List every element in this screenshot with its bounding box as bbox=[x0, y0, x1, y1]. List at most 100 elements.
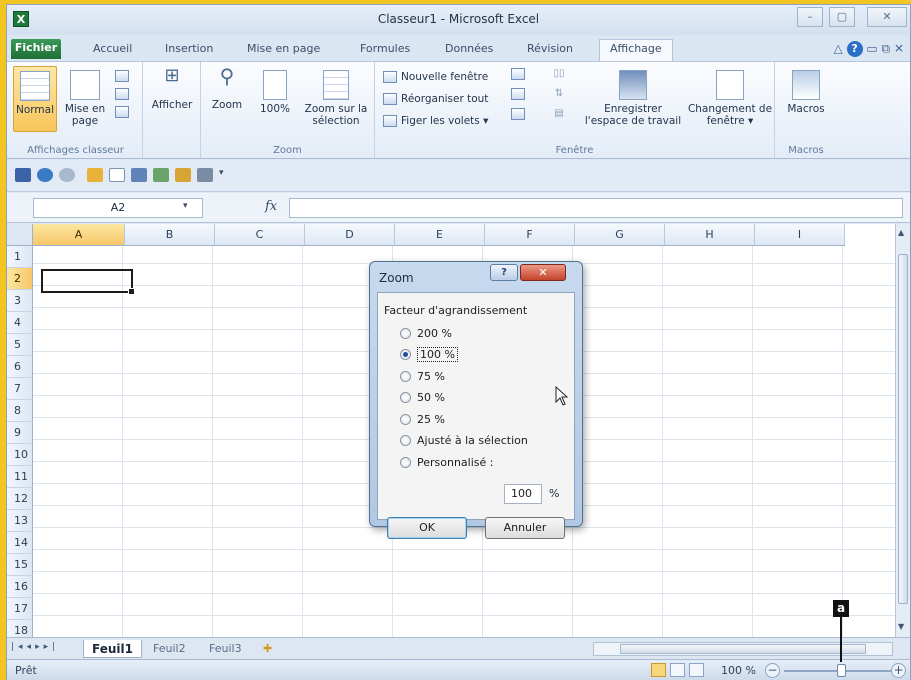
redo-icon[interactable] bbox=[59, 168, 75, 182]
row-header-10[interactable]: 10 bbox=[7, 444, 33, 466]
vertical-scroll-thumb[interactable] bbox=[898, 254, 908, 604]
scroll-down-icon[interactable]: ▼ bbox=[898, 622, 904, 631]
row-header-11[interactable]: 11 bbox=[7, 466, 33, 488]
save-workspace-button[interactable]: Enregistrer l'espace de travail bbox=[581, 66, 685, 132]
sheet-tab-feuil2[interactable]: Feuil2 bbox=[145, 640, 194, 658]
column-header-g[interactable]: G bbox=[575, 224, 665, 246]
row-header-5[interactable]: 5 bbox=[7, 334, 33, 356]
zoom-button[interactable]: ⚲ Zoom bbox=[205, 66, 249, 132]
custom-zoom-input[interactable]: 100 bbox=[504, 484, 542, 504]
insert-sheet-icon[interactable]: ✚ bbox=[255, 640, 280, 658]
new-window-button[interactable]: Nouvelle fenêtre bbox=[383, 68, 488, 86]
sheet-tab-feuil3[interactable]: Feuil3 bbox=[201, 640, 250, 658]
zoom-100-button[interactable]: 100% bbox=[253, 66, 297, 132]
radio-button-icon[interactable] bbox=[400, 414, 411, 425]
zoom-selection-button[interactable]: Zoom sur la sélection bbox=[301, 66, 371, 132]
row-header-8[interactable]: 8 bbox=[7, 400, 33, 422]
window-minimize-icon[interactable]: ▭ bbox=[866, 42, 877, 56]
formula-input[interactable] bbox=[289, 198, 903, 218]
switch-windows-button[interactable]: Changement de fenêtre ▾ bbox=[687, 66, 773, 132]
customize-toolbar-icon[interactable]: ▾ bbox=[219, 168, 235, 182]
column-header-f[interactable]: F bbox=[485, 224, 575, 246]
row-header-14[interactable]: 14 bbox=[7, 532, 33, 554]
row-header-18[interactable]: 18 bbox=[7, 620, 33, 637]
collapse-ribbon-icon[interactable]: △ bbox=[833, 42, 842, 56]
active-cell-a2[interactable] bbox=[41, 269, 135, 295]
name-box[interactable]: A2 bbox=[33, 198, 203, 218]
horizontal-scrollbar[interactable] bbox=[593, 642, 893, 656]
tab-accueil[interactable]: Accueil bbox=[93, 40, 132, 60]
cut-icon[interactable] bbox=[197, 168, 213, 182]
zoom-option-4[interactable]: 25 % bbox=[400, 413, 445, 429]
zoom-option-0[interactable]: 200 % bbox=[400, 327, 452, 343]
zoom-option-5[interactable]: Ajusté à la sélection bbox=[400, 434, 528, 450]
zoom-option-1[interactable]: 100 % bbox=[400, 347, 458, 364]
window-close-icon[interactable]: ✕ bbox=[894, 42, 904, 56]
maximize-button[interactable]: ▢ bbox=[829, 7, 855, 27]
radio-button-icon[interactable] bbox=[400, 349, 411, 360]
open-folder-icon[interactable] bbox=[87, 168, 103, 182]
window-restore-icon[interactable]: ⧉ bbox=[882, 42, 891, 56]
radio-button-icon[interactable] bbox=[400, 328, 411, 339]
column-header-h[interactable]: H bbox=[665, 224, 755, 246]
column-header-e[interactable]: E bbox=[395, 224, 485, 246]
normal-view-status-icon[interactable] bbox=[651, 663, 666, 677]
zoom-slider-thumb[interactable] bbox=[837, 664, 846, 677]
name-box-dropdown-icon[interactable]: ▾ bbox=[183, 201, 188, 211]
column-header-d[interactable]: D bbox=[305, 224, 395, 246]
radio-button-icon[interactable] bbox=[400, 371, 411, 382]
column-header-c[interactable]: C bbox=[215, 224, 305, 246]
row-header-9[interactable]: 9 bbox=[7, 422, 33, 444]
row-header-1[interactable]: 1 bbox=[7, 246, 33, 268]
row-header-7[interactable]: 7 bbox=[7, 378, 33, 400]
show-button[interactable]: ⊞ Afficher bbox=[147, 66, 197, 132]
tab-affichage[interactable]: Affichage bbox=[599, 39, 673, 61]
row-header-12[interactable]: 12 bbox=[7, 488, 33, 510]
save-icon[interactable] bbox=[15, 168, 31, 182]
new-document-icon[interactable] bbox=[109, 168, 125, 182]
normal-view-button[interactable]: Normal bbox=[13, 66, 57, 132]
dialog-help-button[interactable]: ? bbox=[490, 264, 518, 281]
ok-button[interactable]: OK bbox=[387, 517, 467, 539]
zoom-option-6[interactable]: Personnalisé : bbox=[400, 456, 494, 472]
horizontal-scroll-thumb[interactable] bbox=[620, 644, 866, 654]
minimize-button[interactable]: – bbox=[797, 7, 823, 27]
print-preview-icon[interactable] bbox=[131, 168, 147, 182]
sheet-tab-feuil1[interactable]: Feuil1 bbox=[83, 640, 142, 658]
tab-insertion[interactable]: Insertion bbox=[165, 40, 213, 60]
vertical-scrollbar[interactable]: ▲ ▼ bbox=[895, 224, 910, 637]
row-header-2[interactable]: 2 bbox=[7, 268, 33, 290]
column-header-a[interactable]: A bbox=[33, 224, 125, 246]
column-header-i[interactable]: I bbox=[755, 224, 845, 246]
help-icon[interactable]: ? bbox=[846, 41, 863, 57]
sheet-nav-icons[interactable]: |◂◂▸▸| bbox=[11, 642, 59, 652]
zoom-out-button[interactable]: − bbox=[765, 663, 780, 678]
zoom-level[interactable]: 100 % bbox=[721, 664, 756, 677]
radio-button-icon[interactable] bbox=[400, 435, 411, 446]
dialog-close-button[interactable]: ✕ bbox=[520, 264, 566, 281]
row-header-6[interactable]: 6 bbox=[7, 356, 33, 378]
page-break-status-icon[interactable] bbox=[689, 663, 704, 677]
column-header-b[interactable]: B bbox=[125, 224, 215, 246]
more-views-buttons[interactable] bbox=[115, 70, 135, 130]
tab-donnees[interactable]: Données bbox=[445, 40, 493, 60]
undo-icon[interactable] bbox=[37, 168, 53, 182]
zoom-in-button[interactable]: + bbox=[891, 663, 906, 678]
sort-icon[interactable] bbox=[153, 168, 169, 182]
side-by-side-buttons[interactable]: ▯▯ ⇅ ▤ bbox=[547, 68, 571, 128]
macros-button[interactable]: Macros bbox=[781, 66, 831, 132]
arrange-all-button[interactable]: Réorganiser tout bbox=[383, 90, 488, 108]
close-button[interactable]: ✕ bbox=[867, 7, 907, 27]
tab-formules[interactable]: Formules bbox=[360, 40, 410, 60]
row-header-17[interactable]: 17 bbox=[7, 598, 33, 620]
row-header-15[interactable]: 15 bbox=[7, 554, 33, 576]
row-header-13[interactable]: 13 bbox=[7, 510, 33, 532]
radio-button-icon[interactable] bbox=[400, 457, 411, 468]
select-all-corner[interactable] bbox=[7, 224, 33, 246]
scroll-up-icon[interactable]: ▲ bbox=[898, 228, 904, 237]
cancel-button[interactable]: Annuler bbox=[485, 517, 565, 539]
tab-fichier[interactable]: Fichier bbox=[11, 39, 61, 59]
row-header-3[interactable]: 3 bbox=[7, 290, 33, 312]
tab-revision[interactable]: Révision bbox=[527, 40, 573, 60]
tab-mise-en-page[interactable]: Mise en page bbox=[247, 40, 320, 60]
